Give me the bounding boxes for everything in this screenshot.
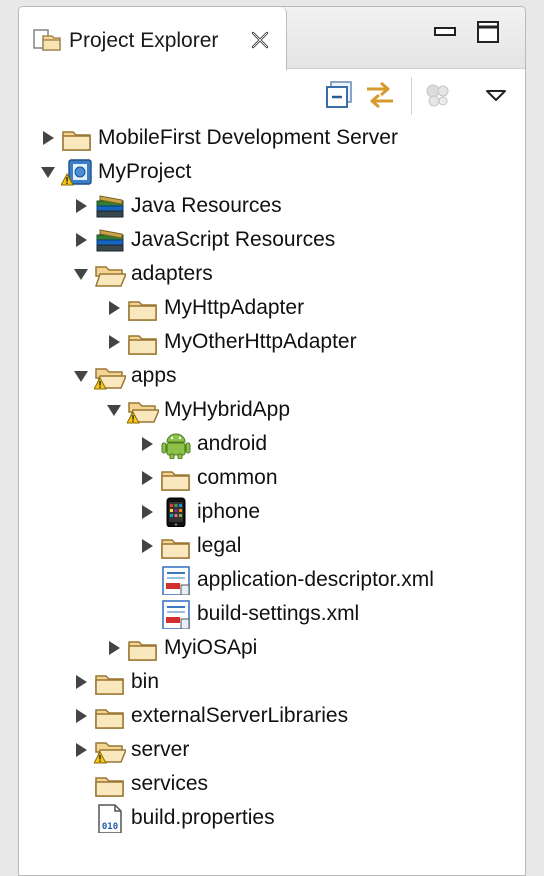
maximize-icon[interactable] <box>475 19 501 45</box>
tree-item-label: adapters <box>131 262 213 285</box>
tree-item[interactable]: services <box>19 767 525 801</box>
tree-item[interactable]: MyHybridApp <box>19 393 525 427</box>
expand-arrow-right-icon[interactable] <box>73 231 89 249</box>
project-explorer-view: Project Explorer MobileFirst Development… <box>18 6 526 876</box>
folder-icon <box>128 335 157 355</box>
project-explorer-icon <box>33 29 61 51</box>
tree-item-label: Java Resources <box>131 194 282 217</box>
view-title: Project Explorer <box>69 29 219 52</box>
expand-arrow-right-icon[interactable] <box>73 197 89 215</box>
collapse-all-icon[interactable] <box>323 78 357 112</box>
view-menu-icon[interactable] <box>479 78 513 112</box>
tree-item[interactable]: MyProject <box>19 155 525 189</box>
tree-item[interactable]: Java Resources <box>19 189 525 223</box>
folder-warning-icon <box>94 742 126 764</box>
tree-item-label: MobileFirst Development Server <box>98 126 398 149</box>
folder-warning-icon <box>94 368 126 390</box>
svg-text:010: 010 <box>102 822 118 832</box>
tree-item[interactable]: legal <box>19 529 525 563</box>
folder-icon <box>128 301 157 321</box>
project-warning-icon <box>61 159 92 186</box>
tab-project-explorer[interactable]: Project Explorer <box>19 7 287 70</box>
properties-file-icon: 010 <box>98 804 122 833</box>
folder-icon <box>95 675 124 695</box>
tree-item-label: android <box>197 432 268 455</box>
folder-icon <box>161 471 190 491</box>
expand-arrow-right-icon[interactable] <box>139 469 155 487</box>
expand-arrow-right-icon[interactable] <box>73 673 89 691</box>
tree-item-label: MyOtherHttpAdapter <box>164 330 357 353</box>
tree-item[interactable]: MobileFirst Development Server <box>19 121 525 155</box>
iphone-icon <box>166 497 186 527</box>
tree-item-label: apps <box>131 364 177 387</box>
expand-arrow-right-icon[interactable] <box>40 129 56 147</box>
tree-item-label: JavaScript Resources <box>131 228 336 251</box>
tree-item[interactable]: android <box>19 427 525 461</box>
view-tab-bar: Project Explorer <box>19 7 525 70</box>
tree-item-label: common <box>197 466 278 489</box>
tree-item-label: bin <box>131 670 160 693</box>
folder-icon <box>161 539 190 559</box>
tree-item-label: MyiOSApi <box>164 636 258 659</box>
tree-item[interactable]: application-descriptor.xml <box>19 563 525 597</box>
tree-item-label: build-settings.xml <box>197 602 360 625</box>
folder-icon <box>128 641 157 661</box>
tree-item-label: MyHybridApp <box>164 398 291 421</box>
folder-open-icon <box>94 266 126 287</box>
tree-item[interactable]: JavaScript Resources <box>19 223 525 257</box>
expand-arrow-down-icon[interactable] <box>73 367 89 385</box>
tree-item-label: build.properties <box>131 806 275 829</box>
tree-item-label: server <box>131 738 190 761</box>
tree-item[interactable]: common <box>19 461 525 495</box>
folder-icon <box>95 777 124 797</box>
sync-disabled-icon[interactable] <box>421 78 455 112</box>
xml-file-icon <box>162 566 190 595</box>
expand-arrow-right-icon[interactable] <box>139 537 155 555</box>
library-icon <box>96 195 124 218</box>
expand-arrow-down-icon[interactable] <box>106 401 122 419</box>
tree-item-label: legal <box>197 534 242 557</box>
expand-arrow-right-icon[interactable] <box>106 639 122 657</box>
tree-item-label: externalServerLibraries <box>131 704 349 727</box>
tree-item[interactable]: iphone <box>19 495 525 529</box>
link-with-editor-icon[interactable] <box>363 78 397 112</box>
close-icon[interactable] <box>249 29 271 51</box>
xml-file-icon <box>162 600 190 629</box>
android-icon <box>161 433 191 459</box>
folder-warning-icon <box>127 402 159 424</box>
library-icon <box>96 229 124 252</box>
folder-icon <box>62 131 91 151</box>
tree-item[interactable]: 010 build.properties <box>19 801 525 835</box>
tree-item[interactable]: MyOtherHttpAdapter <box>19 325 525 359</box>
tree-item[interactable]: server <box>19 733 525 767</box>
folder-icon <box>95 709 124 729</box>
expand-arrow-right-icon[interactable] <box>73 741 89 759</box>
expand-arrow-down-icon[interactable] <box>73 265 89 283</box>
tree-item-label: services <box>131 772 209 795</box>
toolbar-separator <box>411 77 412 115</box>
tree-item[interactable]: MyiOSApi <box>19 631 525 665</box>
tree-item-label: iphone <box>197 500 261 523</box>
project-tree: MobileFirst Development Server MyProject J… <box>19 7 525 875</box>
minimize-icon[interactable] <box>432 19 458 45</box>
expand-arrow-right-icon[interactable] <box>139 435 155 453</box>
expand-arrow-right-icon[interactable] <box>106 299 122 317</box>
tree-item[interactable]: apps <box>19 359 525 393</box>
expand-arrow-down-icon[interactable] <box>40 163 56 181</box>
expand-arrow-right-icon[interactable] <box>73 707 89 725</box>
tree-item-label: MyHttpAdapter <box>164 296 305 319</box>
tree-item-label: MyProject <box>98 160 192 183</box>
tree-item[interactable]: MyHttpAdapter <box>19 291 525 325</box>
expand-arrow-right-icon[interactable] <box>106 333 122 351</box>
tree-item[interactable]: bin <box>19 665 525 699</box>
tree-item[interactable]: adapters <box>19 257 525 291</box>
tree-item[interactable]: externalServerLibraries <box>19 699 525 733</box>
tree-item[interactable]: build-settings.xml <box>19 597 525 631</box>
expand-arrow-right-icon[interactable] <box>139 503 155 521</box>
tree-item-label: application-descriptor.xml <box>197 568 434 591</box>
